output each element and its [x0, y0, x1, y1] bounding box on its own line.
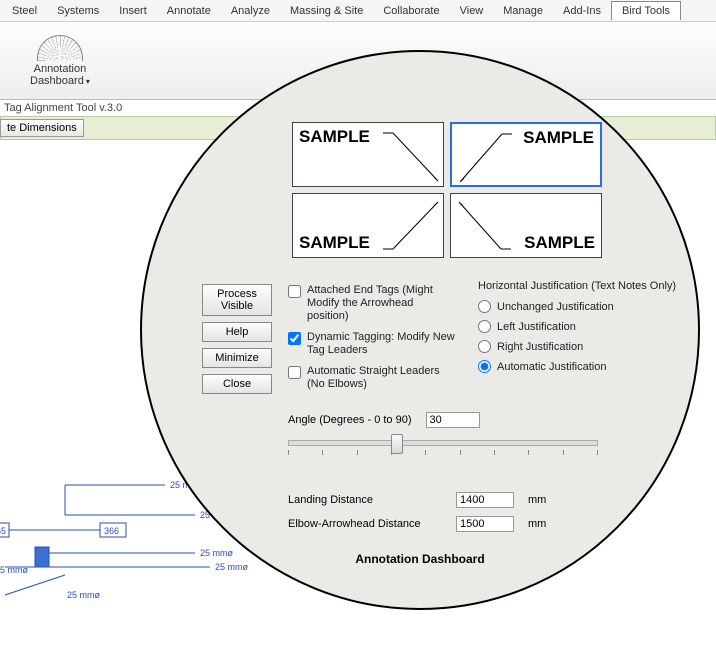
tab-massing-site[interactable]: Massing & Site — [280, 2, 373, 20]
elbow-distance-input[interactable] — [456, 516, 514, 532]
dynamic-tagging-checkbox[interactable] — [288, 332, 301, 345]
options-checkboxes: Attached End Tags (Might Modify the Arro… — [288, 284, 458, 399]
unchanged-justification-radio[interactable] — [478, 300, 491, 313]
automatic-justification-label: Automatic Justification — [497, 361, 606, 373]
dialog-title: Annotation Dashboard — [142, 552, 698, 566]
tab-view[interactable]: View — [450, 2, 494, 20]
process-visible-button[interactable]: Process Visible — [202, 284, 272, 316]
tab-analyze[interactable]: Analyze — [221, 2, 280, 20]
sample-top-left[interactable]: SAMPLE — [292, 122, 444, 187]
elbow-distance-unit: mm — [528, 518, 546, 530]
activate-dimensions-button[interactable]: te Dimensions — [0, 119, 84, 137]
slider-thumb[interactable] — [391, 434, 403, 454]
dynamic-tagging-label: Dynamic Tagging: Modify New Tag Leaders — [307, 331, 458, 357]
tab-insert[interactable]: Insert — [109, 2, 157, 20]
angle-row: Angle (Degrees - 0 to 90) — [288, 412, 480, 428]
elbow-distance-label: Elbow-Arrowhead Distance — [288, 518, 448, 530]
tab-annotate[interactable]: Annotate — [157, 2, 221, 20]
sample-top-right[interactable]: SAMPLE — [450, 122, 602, 187]
svg-text:366: 366 — [104, 526, 119, 536]
attached-end-tags-checkbox[interactable] — [288, 285, 301, 298]
angle-label: Angle (Degrees - 0 to 90) — [288, 414, 412, 426]
svg-text:65: 65 — [0, 526, 6, 536]
tab-systems[interactable]: Systems — [47, 2, 109, 20]
action-buttons: Process Visible Help Minimize Close — [202, 284, 272, 394]
protractor-icon — [37, 35, 83, 61]
justification-header: Horizontal Justification (Text Notes Onl… — [478, 280, 678, 292]
auto-straight-leaders-label: Automatic Straight Leaders (No Elbows) — [307, 365, 458, 391]
tab-bird-tools[interactable]: Bird Tools — [611, 1, 681, 20]
automatic-justification-radio[interactable] — [478, 360, 491, 373]
angle-slider[interactable] — [288, 440, 598, 455]
left-justification-label: Left Justification — [497, 321, 576, 333]
auto-straight-leaders-checkbox[interactable] — [288, 366, 301, 379]
tab-steel[interactable]: Steel — [2, 2, 47, 20]
sample-bottom-left[interactable]: SAMPLE — [292, 193, 444, 258]
chevron-down-icon: ▾ — [86, 77, 90, 86]
annotation-dashboard-button[interactable]: Annotation Dashboard▾ — [30, 35, 90, 87]
annotation-dashboard-dialog: SAMPLE SAMPLE SAMPLE SAMPLE Process Visi… — [140, 50, 700, 610]
minimize-button[interactable]: Minimize — [202, 348, 272, 368]
sample-bottom-right[interactable]: SAMPLE — [450, 193, 602, 258]
unchanged-justification-label: Unchanged Justification — [497, 301, 614, 313]
landing-distance-unit: mm — [528, 494, 546, 506]
panel-button-line2: Dashboard — [30, 75, 84, 87]
tab-manage[interactable]: Manage — [493, 2, 553, 20]
tab-collaborate[interactable]: Collaborate — [373, 2, 449, 20]
svg-text:25 mmø: 25 mmø — [0, 565, 29, 575]
landing-distance-input[interactable] — [456, 492, 514, 508]
landing-distance-label: Landing Distance — [288, 494, 448, 506]
right-justification-radio[interactable] — [478, 340, 491, 353]
ribbon-tabs: Steel Systems Insert Annotate Analyze Ma… — [0, 0, 716, 22]
svg-text:25 mmø: 25 mmø — [67, 590, 101, 600]
attached-end-tags-label: Attached End Tags (Might Modify the Arro… — [307, 284, 458, 323]
close-button[interactable]: Close — [202, 374, 272, 394]
right-justification-label: Right Justification — [497, 341, 583, 353]
panel-button-line1: Annotation — [34, 63, 87, 75]
left-justification-radio[interactable] — [478, 320, 491, 333]
justification-radios: Horizontal Justification (Text Notes Onl… — [478, 280, 678, 380]
distance-rows: Landing Distance mm Elbow-Arrowhead Dist… — [288, 492, 546, 540]
angle-input[interactable] — [426, 412, 480, 428]
help-button[interactable]: Help — [202, 322, 272, 342]
tab-addins[interactable]: Add-Ins — [553, 2, 611, 20]
sample-grid: SAMPLE SAMPLE SAMPLE SAMPLE — [292, 122, 602, 258]
